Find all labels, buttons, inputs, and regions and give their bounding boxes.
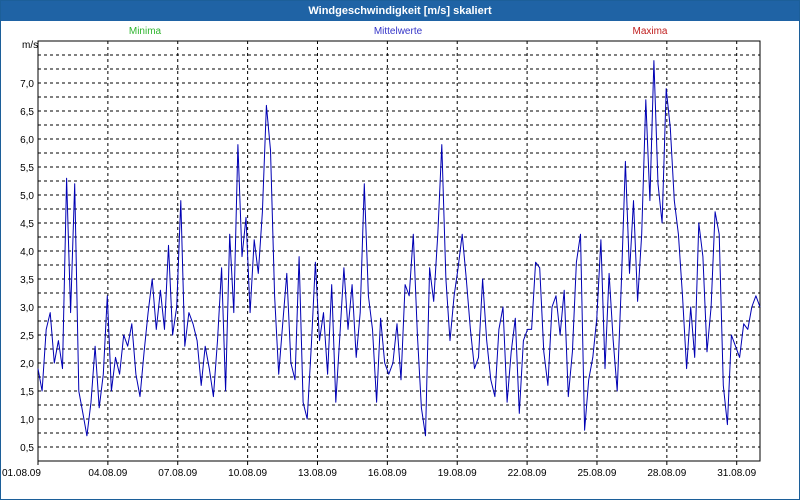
y-tick-label: 5,0 xyxy=(20,191,34,202)
window-title: Windgeschwindigkeit [m/s] skaliert xyxy=(1,1,799,21)
y-tick-label: 4,0 xyxy=(20,247,34,258)
y-tick-label: 6,0 xyxy=(20,135,34,146)
y-tick-label: 4,5 xyxy=(20,219,34,230)
y-tick-label: 3,0 xyxy=(20,303,34,314)
x-tick-label: 19.08.09 xyxy=(438,468,477,479)
x-tick-label: 01.08.09 xyxy=(2,468,41,479)
legend-mittelwerte[interactable]: Mittelwerte xyxy=(374,26,423,37)
x-tick-label: 31.08.09 xyxy=(717,468,756,479)
y-tick-label: 0,5 xyxy=(20,443,34,454)
x-tick-label: 16.08.09 xyxy=(368,468,407,479)
legend-minima[interactable]: Minima xyxy=(129,26,162,37)
x-tick-label: 07.08.09 xyxy=(158,468,197,479)
x-axis-ticks: 01.08.09 04.08.09 07.08.09 10.08.09 13.08.09… xyxy=(2,461,757,479)
y-tick-label: 2,5 xyxy=(20,331,34,342)
y-tick-label: 1,0 xyxy=(20,415,34,426)
x-tick-label: 22.08.09 xyxy=(508,468,547,479)
y-axis-ticks: 7,0 6,5 6,0 5,5 5,0 4,5 4,0 3,5 3,0 2,5 2,0 1,5 1,0 0… xyxy=(20,79,34,454)
x-tick-label: 04.08.09 xyxy=(88,468,127,479)
y-tick-label: 1,5 xyxy=(20,387,34,398)
legend-maxima[interactable]: Maxima xyxy=(632,26,667,37)
y-tick-label: 2,0 xyxy=(20,359,34,370)
x-tick-label: 28.08.09 xyxy=(647,468,686,479)
y-tick-label: 6,5 xyxy=(20,107,34,118)
x-tick-label: 25.08.09 xyxy=(577,468,616,479)
y-tick-label: 3,5 xyxy=(20,275,34,286)
x-tick-label: 13.08.09 xyxy=(298,468,337,479)
chart-canvas: 7,0 6,5 6,0 5,5 5,0 4,5 4,0 3,5 3,0 2,5 2,0 1,5 1,0 0… xyxy=(2,26,761,479)
x-tick-label: 10.08.09 xyxy=(228,468,267,479)
y-tick-label: 5,5 xyxy=(20,163,34,174)
y-axis-unit-label: m/s xyxy=(22,40,38,51)
y-tick-label: 7,0 xyxy=(20,79,34,90)
